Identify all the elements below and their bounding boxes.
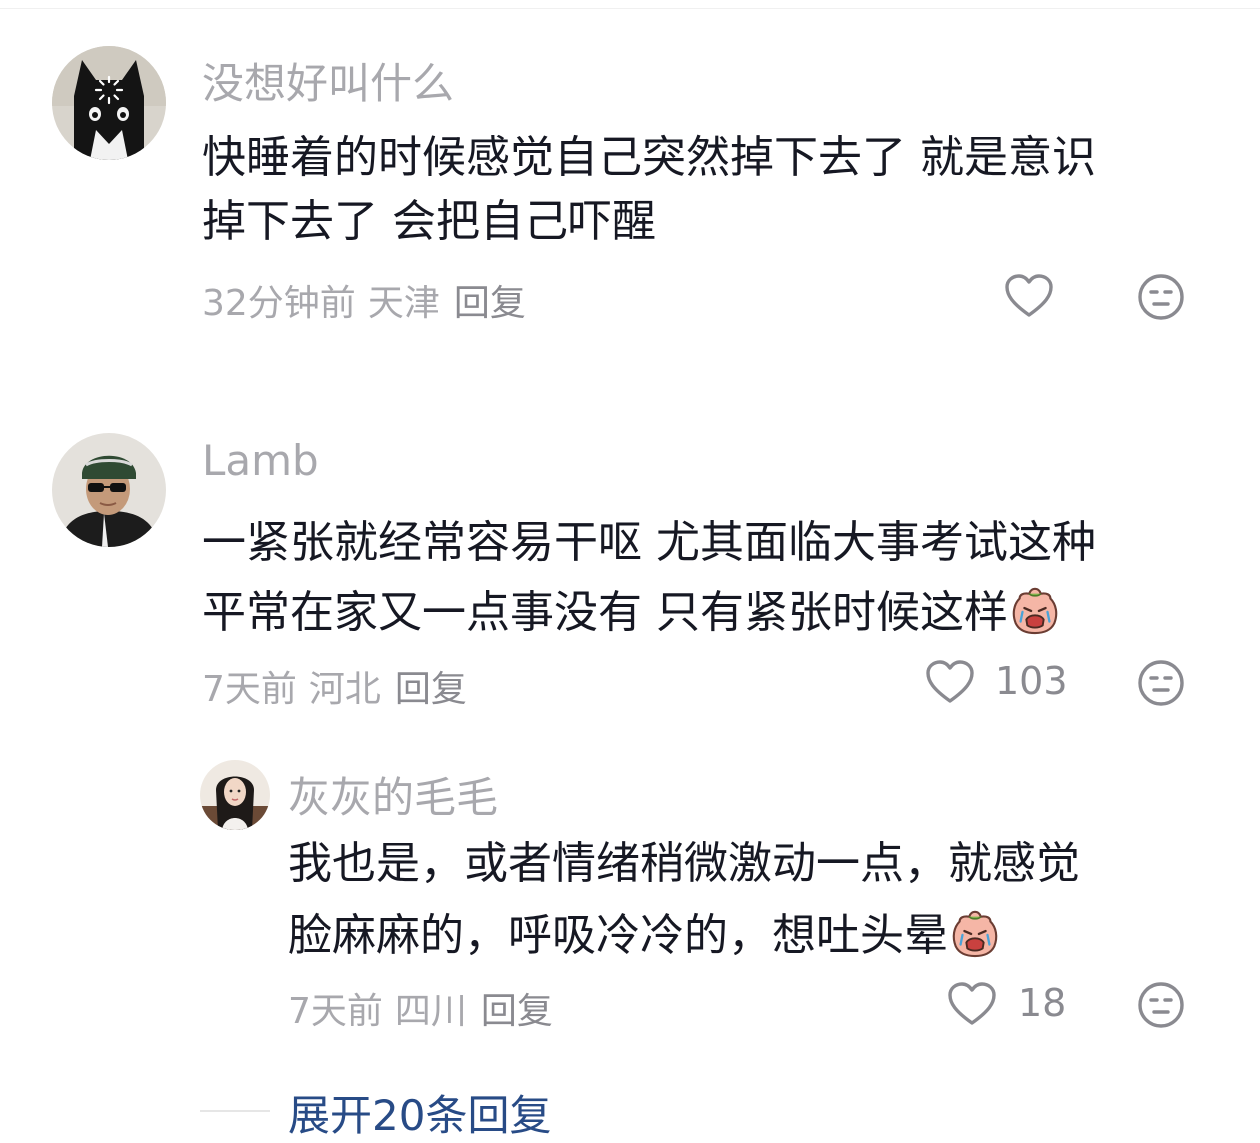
comment-text: 一紧张就经常容易干呕 尤其面临大事考试这种 平常在家又一点事没有 只有紧张时候这… <box>202 521 1096 649</box>
heart-icon <box>1005 274 1053 317</box>
timestamp: 7天前 <box>288 991 383 1032</box>
heart-icon <box>926 660 974 703</box>
comment-text: 快睡着的时候感觉自己突然掉下去了 就是意识 掉下去了 会把自己吓醒 <box>202 136 1096 264</box>
woman-long-hair-avatar-icon <box>200 760 270 830</box>
top-divider <box>0 8 1260 9</box>
like-count: 103 <box>995 659 1068 703</box>
comment-meta: 7天前 四川 回复 <box>288 982 553 1034</box>
like-button[interactable] <box>947 981 997 1027</box>
expand-replies[interactable]: 展开20条回复 <box>200 1082 700 1140</box>
reply-button[interactable]: 回复 <box>395 669 467 710</box>
avatar[interactable] <box>52 433 166 547</box>
like-button[interactable] <box>1004 273 1054 319</box>
comment-text-line: 一紧张就经常容易干呕 尤其面临大事考试这种 <box>202 517 1096 568</box>
comment-text-line: 我也是，或者情绪稍微激动一点，就感觉 <box>288 838 1080 889</box>
comment-text: 我也是，或者情绪稍微激动一点，就感觉 脸麻麻的，呼吸冷冷的，想吐头晕 <box>288 842 1080 974</box>
neutral-face-icon <box>1138 982 1184 1028</box>
username[interactable]: 没想好叫什么 <box>202 50 454 111</box>
expand-divider <box>200 1110 270 1112</box>
neutral-face-icon <box>1138 274 1184 320</box>
like-button[interactable] <box>925 659 975 705</box>
black-cat-avatar-icon <box>52 46 166 160</box>
timestamp: 7天前 <box>202 669 297 710</box>
person-with-sunglasses-avatar-icon <box>52 433 166 547</box>
crying-face-emoji-icon <box>1010 585 1060 643</box>
comment-text-segment: 平常在家又一点事没有 只有紧张时候这样 <box>202 587 1008 638</box>
like-count: 18 <box>1018 981 1067 1025</box>
comment-meta: 7天前 河北 回复 <box>202 660 467 712</box>
dislike-button[interactable] <box>1137 981 1185 1029</box>
comment-text-line: 快睡着的时候感觉自己突然掉下去了 就是意识 <box>202 132 1096 183</box>
comment-meta: 32分钟前 天津 回复 <box>202 274 526 326</box>
crying-face-emoji-icon <box>950 908 1000 966</box>
comment-text-line: 平常在家又一点事没有 只有紧张时候这样 <box>202 585 1096 649</box>
timestamp: 32分钟前 <box>202 283 356 324</box>
avatar[interactable] <box>52 46 166 160</box>
location: 四川 <box>394 991 467 1032</box>
comment-text-line: 掉下去了 会把自己吓醒 <box>202 196 656 247</box>
location: 河北 <box>308 669 381 710</box>
reply-button[interactable]: 回复 <box>454 283 526 324</box>
dislike-button[interactable] <box>1137 273 1185 321</box>
dislike-button[interactable] <box>1137 659 1185 707</box>
location: 天津 <box>367 283 440 324</box>
username[interactable]: 灰灰的毛毛 <box>288 764 498 825</box>
heart-icon <box>948 982 996 1025</box>
username[interactable]: Lamb <box>202 436 319 485</box>
comment-text-segment: 脸麻麻的，呼吸冷冷的，想吐头晕 <box>288 910 948 961</box>
reply-button[interactable]: 回复 <box>481 991 553 1032</box>
neutral-face-icon <box>1138 660 1184 706</box>
comment-text-line: 脸麻麻的，呼吸冷冷的，想吐头晕 <box>288 908 1080 974</box>
avatar[interactable] <box>200 760 270 830</box>
expand-replies-button[interactable]: 展开20条回复 <box>288 1082 551 1143</box>
